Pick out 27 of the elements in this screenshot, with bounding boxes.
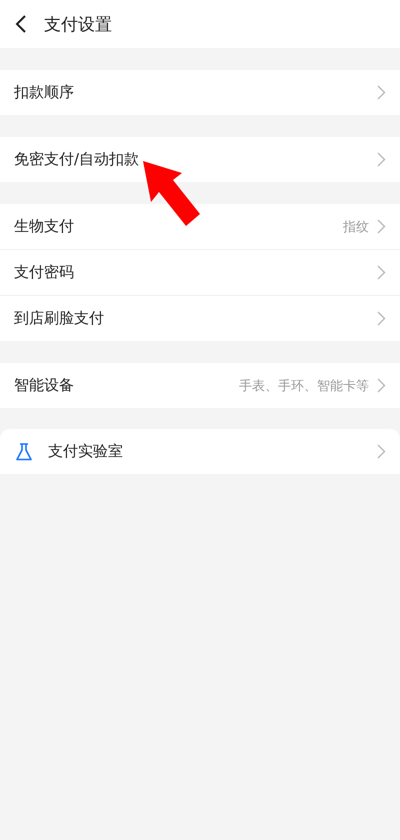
flask-icon <box>14 442 34 462</box>
chevron-icon <box>377 265 386 280</box>
page-title: 支付设置 <box>44 14 112 36</box>
settings-row[interactable]: 到店刷脸支付 <box>0 295 400 341</box>
back-icon[interactable] <box>14 15 28 33</box>
row-label: 智能设备 <box>14 376 75 395</box>
settings-row[interactable]: 生物支付 指纹 <box>0 204 400 249</box>
chevron-icon <box>377 152 386 167</box>
settings-row[interactable]: 智能设备 手表、手环、智能卡等 <box>0 363 400 408</box>
chevron-icon <box>377 85 386 100</box>
chevron-icon <box>377 311 386 326</box>
chevron-icon <box>377 378 386 393</box>
row-label: 到店刷脸支付 <box>14 309 105 328</box>
chevron-icon <box>377 444 386 459</box>
row-value: 手表、手环、智能卡等 <box>239 378 369 394</box>
row-value: 指纹 <box>343 218 369 236</box>
chevron-icon <box>377 219 386 234</box>
settings-row[interactable]: 支付密码 <box>0 249 400 295</box>
settings-row[interactable]: 扣款顺序 <box>0 70 400 115</box>
lab-row[interactable]: 支付实验室 <box>0 429 400 474</box>
row-label: 生物支付 <box>14 217 75 236</box>
row-label: 支付密码 <box>14 263 75 282</box>
row-label: 免密支付/自动扣款 <box>14 150 140 169</box>
row-label: 支付实验室 <box>48 442 124 461</box>
arrow-icon <box>140 158 202 228</box>
row-label: 扣款顺序 <box>14 83 75 102</box>
settings-row[interactable]: 免密支付/自动扣款 <box>0 137 400 182</box>
